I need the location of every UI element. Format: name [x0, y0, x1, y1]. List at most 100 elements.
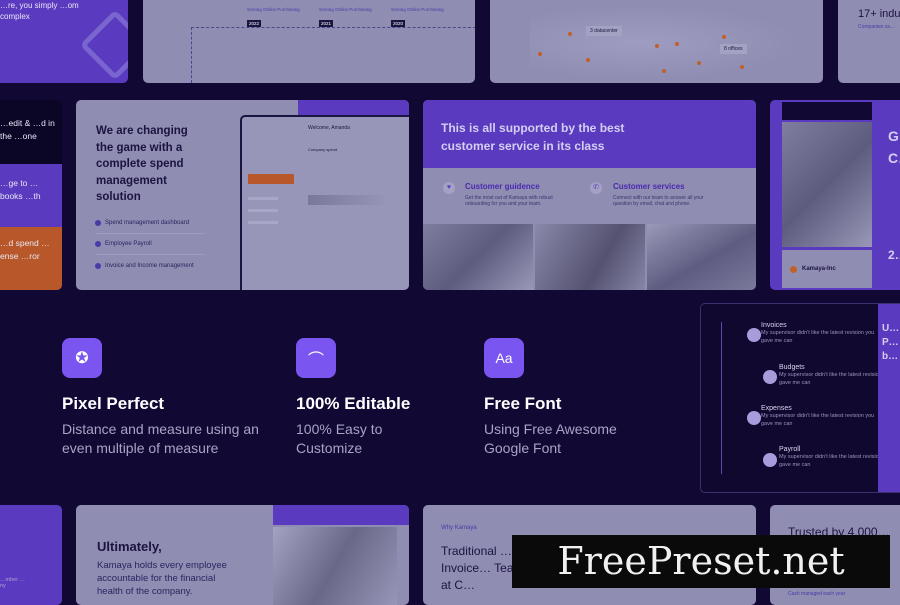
slide-subtitle: Companies ca…	[858, 24, 895, 30]
watermark: FreePreset.net	[512, 535, 890, 588]
dark-panel: …edit & …d in the …one	[0, 100, 62, 164]
side-panel: U… P… b…	[878, 304, 900, 492]
item-title: Invoices	[761, 322, 787, 329]
list-item-label: Employee Payroll	[105, 241, 152, 247]
timeline-item: Solving Online Purchasing 2020	[391, 7, 451, 30]
dark-bar	[782, 102, 872, 120]
nav-item	[248, 197, 278, 200]
list-item: Employee Payroll	[95, 234, 205, 255]
slide-title: This is all supported by the best custom…	[441, 121, 625, 153]
map-label: 8 offices	[720, 44, 747, 54]
section-label: Why Kamaya	[441, 525, 477, 531]
map-slide[interactable]: 3 datacenter 8 offices	[490, 0, 823, 83]
timeline-line	[191, 27, 192, 83]
slide-title: 17+ indu…	[858, 8, 900, 20]
chart-bar	[308, 195, 388, 205]
slide-thumbnail[interactable]: …mber …ny	[0, 505, 62, 605]
feature-list: Spend management dashboard Employee Payr…	[95, 213, 205, 276]
feature-desc: Using Free Awesome Google Font	[484, 421, 617, 456]
column-title: Customer guidence	[465, 182, 540, 191]
map-marker	[655, 44, 659, 48]
map-marker	[722, 35, 726, 39]
office-photo	[423, 224, 533, 290]
kamaya-slide[interactable]: Kamaya-Inc G… C… 2…	[770, 100, 900, 290]
logo-icon	[790, 266, 797, 273]
expense-icon	[747, 411, 761, 425]
industries-slide[interactable]: 17+ indu… Companies ca…	[838, 0, 900, 83]
feature-title: 100% Editable	[296, 394, 411, 413]
check-icon	[95, 241, 101, 247]
timeline-item: Invoices My supervisor didn't like the la…	[761, 322, 881, 345]
accent-bar	[273, 505, 409, 525]
brand-panel: Kamaya-Inc	[782, 250, 872, 288]
timeline-item: Expenses My supervisor didn't like the la…	[761, 405, 881, 428]
map-marker	[740, 65, 744, 69]
timeline-year: 2022	[247, 20, 262, 27]
timeline-slide[interactable]: Solving Online Purchasing 2022 Solving O…	[143, 0, 475, 83]
brand-name: Kamaya-Inc	[802, 266, 836, 272]
feature-title: Pixel Perfect	[62, 394, 165, 413]
screen-welcome: Welcome, Amanda	[308, 125, 350, 131]
slide-subtitle: Cash managed each year	[788, 591, 846, 597]
map-marker	[697, 61, 701, 65]
purple-panel: …ge to … books …th	[0, 164, 62, 227]
ultimately-slide[interactable]: Ultimately, Kamaya holds every employee …	[76, 505, 409, 605]
active-nav-item	[248, 174, 294, 184]
slide-thumbnail[interactable]: …edit & …d in the …one …ge to … books …t…	[0, 100, 62, 290]
slide-title: Ultimately,	[97, 539, 162, 554]
nav-item	[248, 209, 278, 212]
feature-desc: 100% Easy to Customize	[296, 421, 383, 456]
column-title: Customer services	[613, 182, 685, 191]
map-marker	[662, 69, 666, 73]
phone-icon: ✆	[590, 182, 602, 194]
payroll-icon	[763, 453, 777, 467]
list-item: Invoice and Income management	[95, 255, 205, 276]
map-marker	[538, 52, 542, 56]
item-title: Expenses	[761, 405, 792, 412]
service-slide[interactable]: This is all supported by the best custom…	[423, 100, 756, 290]
timeline-line	[721, 322, 722, 474]
slide-thumbnail[interactable]: …re, you simply …om complex	[0, 0, 128, 83]
check-icon	[95, 220, 101, 226]
timeline-item: Solving Online Purchasing 2021	[319, 7, 379, 30]
slide-text: …edit & …d in the …one	[0, 118, 55, 141]
item-desc: My supervisor didn't like the latest rev…	[761, 413, 875, 427]
slide-text: …re, you simply …om complex	[0, 1, 79, 21]
screen-section: Company spend	[308, 147, 338, 152]
list-item: Spend management dashboard	[95, 213, 205, 234]
timeline-year: 2020	[391, 20, 406, 27]
timeline-slide-dark[interactable]: Invoices My supervisor didn't like the la…	[700, 303, 900, 493]
font-icon: Aa	[484, 338, 524, 378]
budget-icon	[763, 370, 777, 384]
slide-title: We are changing the game with a complete…	[96, 125, 188, 203]
accent-bar	[298, 100, 409, 115]
column-desc: Connect with our team to answer all your…	[613, 195, 704, 207]
office-photo	[535, 224, 645, 290]
vector-pen-icon: ⌒	[296, 338, 336, 378]
office-photo	[647, 224, 756, 290]
invoice-icon	[747, 328, 761, 342]
item-desc: My supervisor didn't like the latest rev…	[761, 330, 875, 344]
spend-slide[interactable]: We are changing the game with a complete…	[76, 100, 409, 290]
timeline-label: Solving Online Purchasing	[247, 7, 300, 12]
map-marker	[675, 42, 679, 46]
slide-text: …mber …ny	[0, 577, 26, 589]
feature-title: Free Font	[484, 394, 562, 413]
map-label: 3 datacenter	[586, 26, 622, 36]
heart-icon: ♥	[443, 182, 455, 194]
column-desc: Get the most out of Kamaya with robust o…	[465, 195, 553, 207]
feature-desc: Distance and measure using an even multi…	[62, 421, 259, 456]
orange-panel: …d spend …ense …ror	[0, 227, 62, 290]
list-item-label: Invoice and Income management	[105, 262, 194, 269]
timeline-item: Solving Online Purchasing 2022	[247, 7, 307, 30]
map-marker	[586, 58, 590, 62]
slide-desc: Kamaya holds every employee accountable …	[97, 560, 227, 597]
header-panel: This is all supported by the best custom…	[423, 100, 756, 168]
slide-text: …ge to … books …th	[0, 178, 41, 201]
stat-number: 2…	[888, 248, 900, 262]
check-icon	[95, 262, 101, 269]
slide-title: G… C…	[888, 128, 900, 166]
slide-text: …d spend …ense …ror	[0, 238, 50, 261]
map-marker	[568, 32, 572, 36]
side-text: U… P… b…	[882, 323, 900, 362]
